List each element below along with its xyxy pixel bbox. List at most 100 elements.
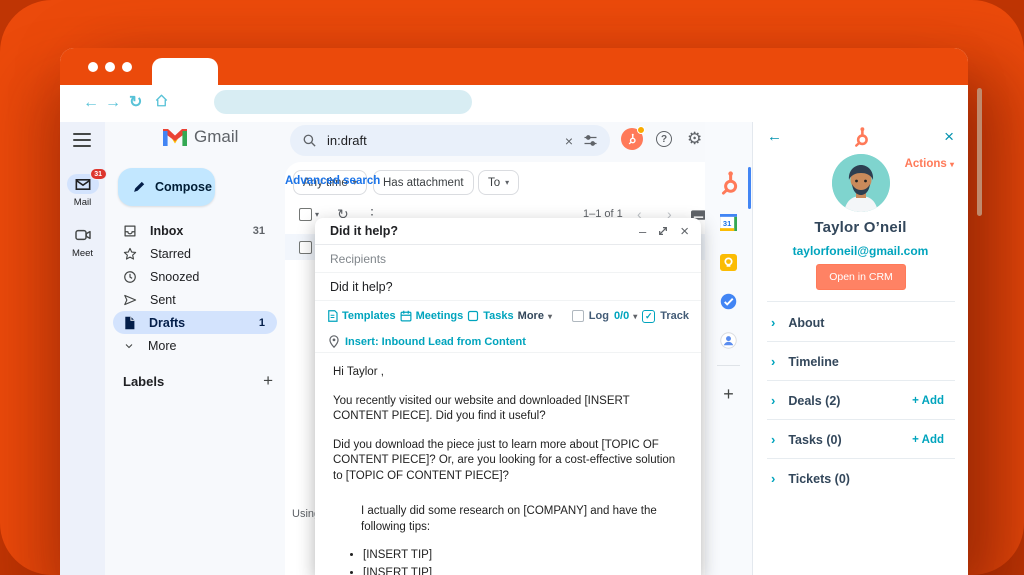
open-in-crm-button[interactable]: Open in CRM [816, 264, 906, 290]
labels-section: Labels + [123, 371, 273, 391]
address-bar[interactable] [214, 90, 472, 114]
compose-label: Compose [155, 180, 212, 194]
hubspot-sprocket-icon[interactable] [705, 170, 752, 196]
sidebar-item-more[interactable]: More [113, 334, 277, 357]
sidebar-item-meet[interactable]: Meet [60, 225, 105, 259]
back-arrow-icon[interactable]: ← [83, 93, 99, 113]
close-icon[interactable]: × [680, 224, 689, 239]
gmail-logo: Gmail [163, 127, 238, 147]
body-paragraph: Did you download the piece just to learn… [333, 438, 676, 482]
log-label: Log [588, 310, 609, 322]
labels-header: Labels [123, 373, 165, 389]
gmail-brand-text: Gmail [194, 127, 239, 146]
actions-dropdown[interactable]: Actions ▾ [905, 158, 954, 170]
compose-button[interactable]: Compose [118, 168, 215, 206]
window-dot-icon[interactable] [88, 62, 98, 72]
more-dropdown[interactable]: More ▾ [518, 310, 552, 322]
location-pin-icon [329, 335, 339, 348]
chevron-down-icon: ▾ [547, 311, 552, 321]
chevron-right-icon[interactable]: › [771, 393, 775, 408]
subject-field[interactable]: Did it help? [315, 273, 701, 301]
row-checkbox[interactable] [299, 240, 312, 254]
contact-email-link[interactable]: taylorfoneil@gmail.com [753, 244, 968, 258]
pencil-icon [132, 180, 146, 194]
minimize-icon[interactable]: – [639, 225, 646, 238]
section-deals[interactable]: › Deals (2) + Add [753, 381, 968, 420]
track-label: Track [660, 310, 689, 322]
log-checkbox[interactable] [571, 310, 584, 322]
window-dot-icon[interactable] [105, 62, 115, 72]
section-tickets[interactable]: › Tickets (0) [753, 459, 968, 498]
compose-titlebar[interactable]: Did it help? – × [315, 218, 701, 245]
google-contacts-icon[interactable] [705, 332, 752, 349]
section-tasks[interactable]: › Tasks (0) + Add [753, 420, 968, 459]
send-icon [123, 293, 137, 307]
chevron-right-icon[interactable]: › [771, 432, 775, 447]
main-menu-icon[interactable] [73, 133, 91, 147]
addon-rail: 31 + [705, 122, 752, 575]
chevron-right-icon[interactable]: › [771, 354, 775, 369]
section-timeline[interactable]: › Timeline [753, 342, 968, 381]
log-count-dropdown[interactable]: 0/0 ▾ [614, 310, 637, 322]
chevron-down-icon: ▾ [505, 178, 510, 187]
add-deal-link[interactable]: + Add [912, 395, 944, 407]
body-bullet: [INSERT TIP] [363, 566, 683, 575]
track-checkbox[interactable]: ✓ [642, 309, 656, 323]
chevron-right-icon[interactable]: › [771, 315, 775, 330]
compose-title: Did it help? [330, 224, 399, 238]
subject-value: Did it help? [330, 279, 393, 294]
browser-tab[interactable] [152, 58, 218, 85]
add-task-link[interactable]: + Add [912, 434, 944, 446]
sidebar-item-mail[interactable]: 31 Mail [60, 168, 107, 208]
section-about[interactable]: › About [753, 303, 968, 342]
hubspot-logo-icon [850, 126, 872, 148]
inbox-icon [123, 224, 137, 238]
mail-label: Mail [73, 197, 92, 208]
reload-icon[interactable]: ↻ [129, 93, 142, 113]
body-paragraph: You recently visited our website and dow… [333, 394, 630, 423]
chevron-right-icon[interactable]: › [771, 471, 775, 486]
google-tasks-icon[interactable] [705, 293, 752, 310]
browser-chrome: ← → ↻ [60, 85, 968, 122]
compose-window: Did it help? – × Recipients Did it help?… [315, 218, 701, 575]
screenshot-stage: ← → ↻ 31 Mail Meet Gmail Compose Inbox 3… [0, 0, 1024, 575]
insert-suggestion-row[interactable]: Insert: Inbound Lead from Content [315, 331, 701, 353]
sidebar-item-drafts[interactable]: Drafts 1 [113, 311, 277, 334]
templates-button[interactable]: Templates [327, 310, 396, 322]
sidebar-item-sent[interactable]: Sent [113, 288, 277, 311]
compose-body[interactable]: Hi Taylor , You recently visited our web… [315, 353, 701, 575]
sidebar-item-starred[interactable]: Starred [113, 242, 277, 265]
clock-icon [123, 270, 137, 284]
select-all-checkbox[interactable] [299, 208, 312, 221]
divider [767, 301, 955, 302]
page-scrollbar[interactable] [977, 88, 982, 216]
gmail-sidebar: Gmail Compose Inbox 31 Starred Snoozed S… [105, 122, 285, 575]
advanced-search-link[interactable]: Advanced search [285, 175, 380, 187]
active-addon-indicator [748, 167, 751, 209]
draft-file-icon [123, 316, 136, 330]
window-dot-icon[interactable] [122, 62, 132, 72]
sidebar-item-snoozed[interactable]: Snoozed [113, 265, 277, 288]
recipients-field[interactable]: Recipients [315, 245, 701, 273]
sidebar-item-inbox[interactable]: Inbox 31 [113, 219, 277, 242]
get-addons-icon[interactable]: + [705, 384, 752, 405]
recipients-placeholder: Recipients [330, 251, 387, 266]
mail-icon [75, 178, 91, 191]
filter-chip-has-attachment[interactable]: Has attachment [373, 170, 474, 195]
create-label-icon[interactable]: + [263, 371, 273, 391]
panel-close-icon[interactable]: × [944, 127, 954, 147]
google-keep-icon[interactable] [705, 254, 752, 271]
meetings-button[interactable]: Meetings [400, 310, 463, 322]
insert-link: Insert: Inbound Lead from Content [345, 335, 526, 348]
filter-chip-to[interactable]: To ▾ [478, 170, 520, 195]
body-bullet: [INSERT TIP] [363, 548, 683, 564]
forward-arrow-icon[interactable]: → [105, 93, 121, 113]
home-icon[interactable] [154, 93, 169, 108]
panel-topbar: ← × [753, 122, 968, 152]
chevron-down-icon[interactable]: ▾ [315, 210, 319, 219]
panel-back-arrow-icon[interactable]: ← [767, 128, 782, 145]
tasks-button[interactable]: Tasks [467, 310, 514, 322]
mail-badge: 31 [89, 168, 107, 180]
google-calendar-icon[interactable]: 31 [705, 214, 752, 231]
expand-icon[interactable] [658, 226, 668, 236]
